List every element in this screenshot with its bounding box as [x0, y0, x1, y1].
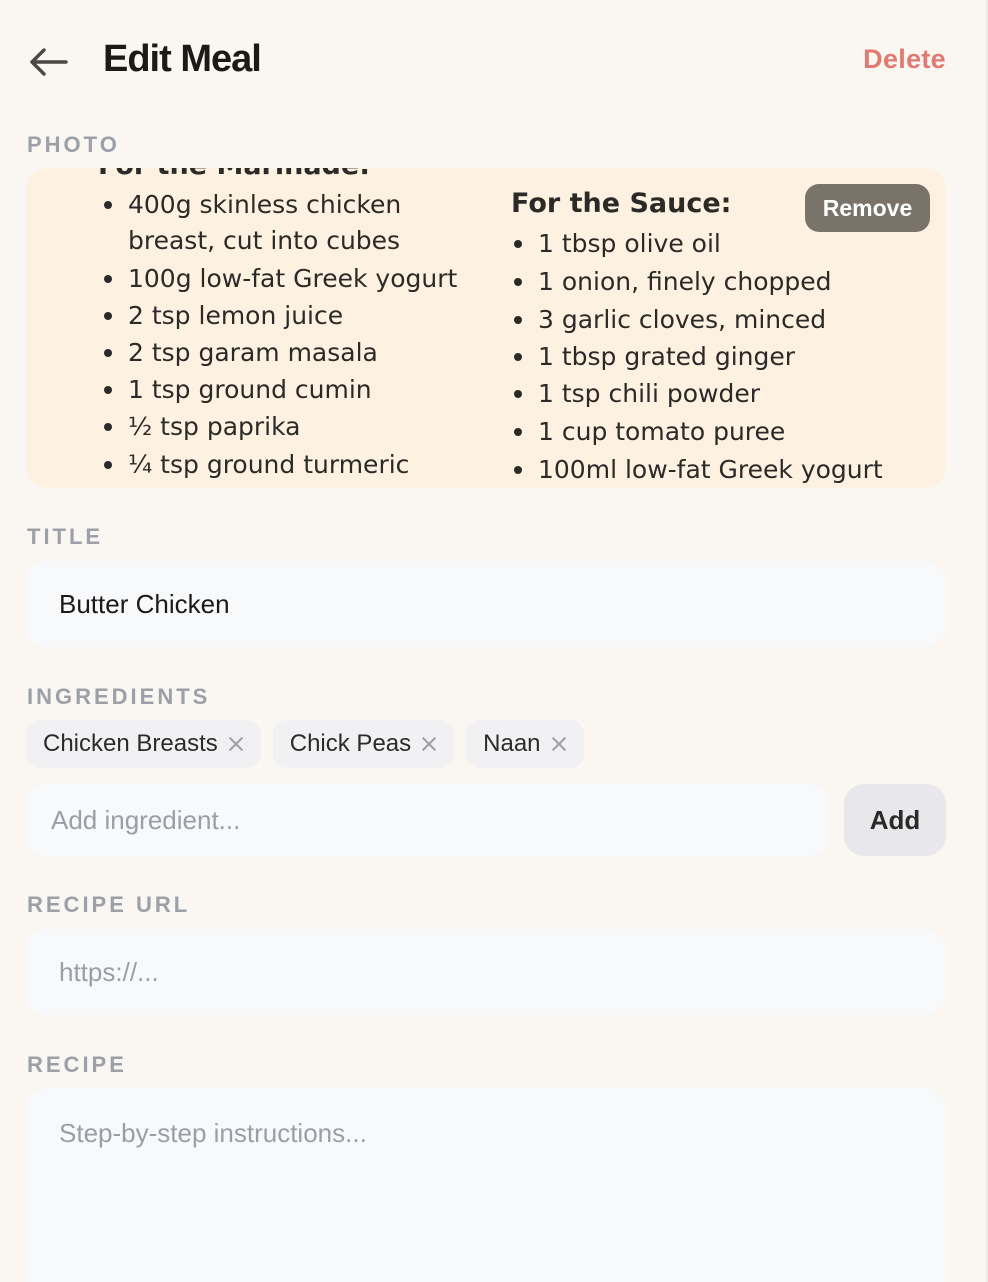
- photo-sauce-item: 1 tbsp grated ginger: [514, 342, 795, 371]
- recipe-url-input[interactable]: https://...: [26, 929, 946, 1015]
- ingredients-label: Ingredients: [27, 684, 211, 709]
- title-input-value: Butter Chicken: [59, 588, 230, 619]
- photo-marinade-item: 2 tsp lemon juice: [104, 301, 343, 330]
- photo-sauce-item: 100ml low-fat Greek yogurt: [514, 455, 883, 484]
- ingredient-chip-label: Chick Peas: [289, 730, 412, 757]
- ingredient-chips: Chicken Breasts Chick Peas Naan: [26, 720, 584, 768]
- photo-marinade-item: 400g skinless chicken: [104, 190, 401, 219]
- photo-sauce-item: 1 onion, finely chopped: [514, 267, 832, 296]
- add-ingredient-button[interactable]: Add: [844, 784, 946, 856]
- recipe-placeholder: Step-by-step instructions...: [59, 1118, 367, 1148]
- title-label: Title: [27, 524, 104, 549]
- photo-sauce-item: 1 tbsp olive oil: [514, 229, 721, 258]
- back-button[interactable]: [26, 40, 70, 84]
- photo-sauce-item: 1 tsp chili powder: [514, 379, 760, 408]
- photo-marinade-item: ¼ tsp ground turmeric: [104, 450, 409, 479]
- photo-sauce-heading: For the Sauce:: [511, 188, 732, 219]
- recipe-textarea[interactable]: Step-by-step instructions...: [26, 1088, 946, 1282]
- delete-button[interactable]: Delete: [863, 44, 946, 75]
- photo-marinade-heading: For the Marinade:: [98, 168, 370, 181]
- ingredient-chip: Chick Peas: [272, 720, 455, 768]
- close-icon[interactable]: [228, 736, 244, 752]
- photo-marinade-item: 1 tsp ground cumin: [104, 375, 372, 404]
- add-ingredient-placeholder: Add ingredient...: [51, 804, 241, 835]
- photo-marinade-item: 100g low-fat Greek yogurt: [104, 264, 457, 293]
- photo-marinade-item: ½ tsp paprika: [104, 412, 300, 441]
- close-icon[interactable]: [421, 736, 437, 752]
- photo-sauce-item: 3 garlic cloves, minced: [514, 305, 826, 334]
- ingredient-chip-label: Chicken Breasts: [43, 730, 218, 757]
- recipe-url-placeholder: https://...: [59, 956, 159, 987]
- recipe-url-label: Recipe URL: [27, 892, 191, 917]
- photo-sauce-item: 1 cup tomato puree: [514, 417, 785, 446]
- photo-label: Photo: [27, 132, 120, 157]
- ingredient-chip-label: Naan: [483, 730, 541, 757]
- add-ingredient-input[interactable]: Add ingredient...: [26, 784, 828, 856]
- page-title: Edit Meal: [103, 38, 262, 80]
- remove-photo-button[interactable]: Remove: [805, 184, 930, 232]
- ingredient-chip: Naan: [466, 720, 584, 768]
- photo-marinade-item: 2 tsp garam masala: [104, 338, 378, 367]
- arrow-left-icon: [30, 48, 68, 76]
- header: Edit Meal Delete: [0, 0, 988, 120]
- ingredient-chip: Chicken Breasts: [26, 720, 261, 768]
- meal-photo: For the Marinade: 400g skinless chicken …: [26, 168, 946, 488]
- photo-marinade-item: breast, cut into cubes: [128, 226, 401, 255]
- close-icon[interactable]: [551, 736, 567, 752]
- title-input[interactable]: Butter Chicken: [26, 561, 946, 647]
- recipe-label: Recipe: [27, 1052, 127, 1077]
